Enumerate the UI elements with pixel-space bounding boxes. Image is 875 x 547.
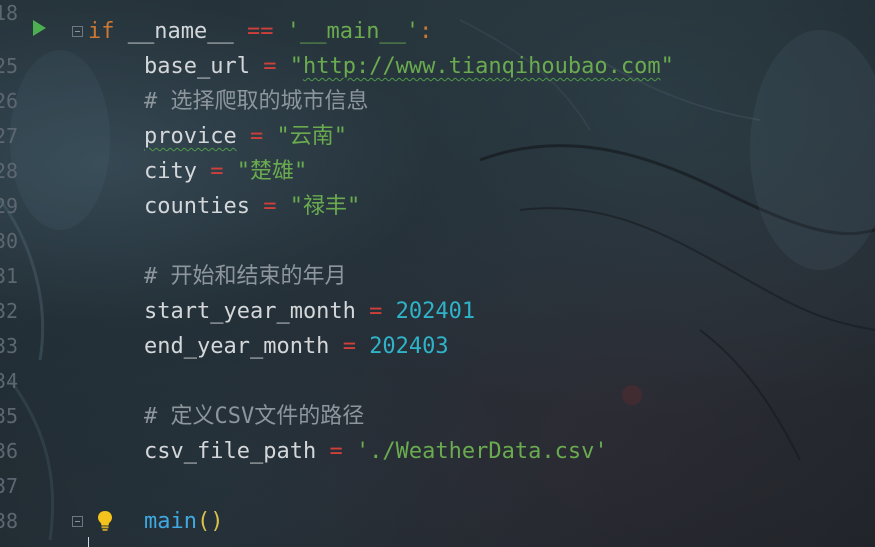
- string-literal: '__main__': [286, 19, 420, 44]
- operator: =: [210, 159, 224, 184]
- number-literal: 202403: [369, 334, 449, 359]
- line-number: 33: [0, 334, 19, 358]
- code-editor[interactable]: 18 25 26 27 28 29 30 31 32 33 34 35 36 3…: [0, 0, 875, 547]
- variable-csv-file-path: csv_file_path: [144, 439, 317, 464]
- string-quote: ": [289, 54, 303, 79]
- code-line[interactable]: counties = "禄丰": [88, 189, 360, 224]
- operator: =: [263, 194, 277, 219]
- code-line[interactable]: end_year_month = 202403: [88, 329, 449, 364]
- code-line[interactable]: base_url = "http://www.tianqihoubao.com": [88, 49, 674, 84]
- indent-guide: [88, 537, 89, 547]
- variable-base-url: base_url: [144, 54, 250, 79]
- comment-line: # 选择爬取的城市信息: [144, 89, 369, 114]
- line-number: 32: [0, 299, 19, 323]
- line-number: 37: [0, 474, 19, 498]
- fold-minus-icon[interactable]: [72, 26, 83, 37]
- string-literal: "禄丰": [289, 194, 361, 219]
- variable-start-year-month: start_year_month: [144, 299, 356, 324]
- variable-city: city: [144, 159, 197, 184]
- keyword-if: if: [88, 19, 115, 44]
- code-line[interactable]: csv_file_path = './WeatherData.csv': [88, 434, 608, 469]
- line-number: 36: [0, 439, 19, 463]
- line-number: 27: [0, 124, 19, 148]
- dunder-name: __name__: [127, 19, 234, 44]
- function-call-main: main: [144, 509, 197, 534]
- code-line[interactable]: provice = "云南": [88, 119, 347, 154]
- variable-end-year-month: end_year_month: [144, 334, 330, 359]
- line-number: 34: [0, 369, 19, 393]
- operator: =: [263, 54, 277, 79]
- colon: :: [419, 19, 433, 44]
- code-line[interactable]: city = "楚雄": [88, 154, 307, 189]
- string-quote: ": [660, 54, 674, 79]
- line-number: 18: [0, 1, 19, 25]
- number-literal: 202401: [395, 299, 476, 324]
- run-triangle-icon[interactable]: [33, 20, 46, 36]
- line-number: 25: [0, 54, 19, 78]
- fold-minus-icon[interactable]: [72, 516, 83, 527]
- line-number: 29: [0, 194, 19, 218]
- operator: ==: [246, 19, 274, 44]
- string-literal: "云南": [276, 124, 347, 149]
- operator: =: [342, 334, 356, 359]
- operator: =: [329, 439, 343, 464]
- url-link[interactable]: http://www.tianqihoubao.com: [303, 54, 661, 79]
- line-number: 38: [0, 509, 19, 533]
- line-number: 30: [0, 229, 19, 253]
- operator: =: [249, 124, 264, 149]
- comment-line: # 开始和结束的年月: [144, 264, 347, 289]
- parentheses: (): [196, 509, 224, 534]
- variable-counties: counties: [144, 194, 250, 219]
- string-literal: "楚雄": [236, 159, 308, 184]
- variable-provice: provice: [144, 124, 237, 149]
- line-number: 35: [0, 404, 19, 428]
- code-line[interactable]: start_year_month = 202401: [88, 294, 475, 329]
- line-number: 28: [0, 159, 19, 183]
- code-line[interactable]: if __name__ == '__main__':: [88, 14, 432, 49]
- comment-line: # 定义CSV文件的路径: [144, 404, 365, 429]
- string-literal: './WeatherData.csv': [355, 439, 608, 464]
- line-number: 31: [0, 264, 19, 288]
- code-line[interactable]: main(): [88, 504, 223, 539]
- operator: =: [369, 299, 383, 324]
- line-number: 26: [0, 89, 19, 113]
